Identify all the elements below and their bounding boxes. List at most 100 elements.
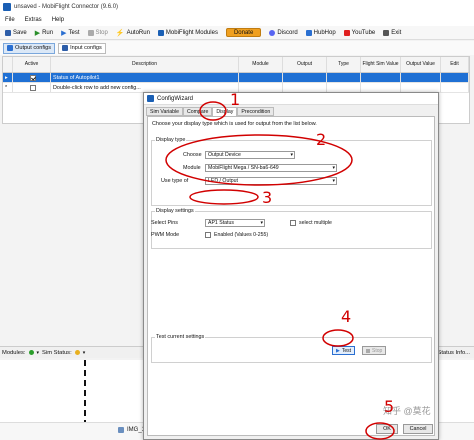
display-type-group: Display type Choose Output Device ▾ Modu…	[151, 137, 432, 206]
check-icon	[28, 350, 34, 355]
tab-compare[interactable]: Compare	[183, 107, 213, 116]
use-type-select[interactable]: LED / Output ▾	[205, 177, 337, 185]
warning-icon	[74, 350, 80, 355]
display-type-label: Display type	[155, 137, 187, 143]
active-checkbox[interactable]	[29, 84, 36, 91]
dropdown-arrow-icon[interactable]: ▾	[37, 350, 40, 356]
header-edit[interactable]: Edit	[441, 57, 469, 72]
choose-label: Choose	[183, 152, 202, 158]
modules-label: MobiFlight Modules	[165, 29, 218, 36]
discord-icon	[269, 29, 276, 36]
header-active[interactable]: Active	[13, 57, 51, 72]
table-row[interactable]: ▸ Status of Autopilot1	[3, 73, 469, 83]
test-button[interactable]: ▶ Test	[332, 346, 356, 355]
active-cell[interactable]	[13, 83, 51, 92]
menu-bar: File Extras Help	[0, 14, 474, 26]
header-output-value[interactable]: Output Value	[401, 57, 441, 72]
select-pins-label: Select Pins	[151, 220, 178, 226]
dialog-title: ConfigWizard	[157, 95, 194, 102]
header-description[interactable]: Description	[51, 57, 239, 72]
save-label: Save	[13, 29, 27, 36]
toolbar: Save ▶ Run ▶ Test Stop ⚡ AutoRun MobiFli…	[0, 26, 474, 40]
chevron-down-icon: ▾	[290, 152, 293, 158]
active-checkbox[interactable]	[29, 74, 36, 81]
window-title: unsaved - MobiFlight Connector (9.6.0)	[14, 4, 119, 10]
pwm-enabled-checkbox[interactable]	[205, 232, 211, 238]
output-cell	[283, 73, 327, 82]
discord-button[interactable]: Discord	[266, 27, 300, 39]
stop-button[interactable]: Stop	[85, 27, 111, 39]
menu-extras[interactable]: Extras	[20, 17, 47, 23]
display-hint-text: Choose your display type which is used f…	[152, 121, 317, 127]
autorun-icon: ⚡	[115, 29, 125, 37]
output-cell	[283, 83, 327, 92]
module-cell	[239, 83, 283, 92]
choose-value: Output Device	[208, 152, 241, 158]
edit-cell[interactable]	[441, 83, 469, 92]
chevron-down-icon: ▾	[332, 178, 335, 184]
stop-button[interactable]: Stop	[362, 346, 387, 355]
modules-status-label: Modules:	[2, 349, 26, 356]
status-info-link[interactable]: Status Info...	[437, 347, 470, 359]
menu-help[interactable]: Help	[47, 17, 69, 23]
module-label: Module	[183, 165, 201, 171]
dialog-title-bar: ConfigWizard	[144, 93, 438, 105]
flight-sim-value-cell	[361, 83, 401, 92]
header-type[interactable]: Type	[327, 57, 361, 72]
grid-header: Active Description Module Output Type Fl…	[3, 57, 469, 73]
description-cell[interactable]: Double-click row to add new config...	[51, 83, 239, 92]
test-button[interactable]: ▶ Test	[58, 27, 82, 39]
select-pins-value: AP1 Status	[208, 220, 234, 226]
module-select[interactable]: MobiFlight Mega / SN-ba6-649 ▾	[205, 164, 337, 172]
app-icon	[147, 95, 154, 102]
test-label: Test	[68, 29, 80, 36]
modules-button[interactable]: MobiFlight Modules	[155, 27, 221, 39]
dropdown-arrow-icon[interactable]: ▾	[83, 350, 86, 356]
output-value-cell	[401, 73, 441, 82]
run-label: Run	[42, 29, 54, 36]
edit-cell[interactable]	[441, 73, 469, 82]
select-pins-select[interactable]: AP1 Status ▾	[205, 219, 265, 227]
mobiflight-icon	[157, 29, 164, 36]
stop-icon	[366, 348, 370, 353]
select-multiple-checkbox[interactable]	[290, 220, 296, 226]
ok-button[interactable]: OK	[376, 424, 398, 434]
cancel-button[interactable]: Cancel	[403, 424, 433, 434]
exit-button[interactable]: Exit	[380, 27, 404, 39]
menu-file[interactable]: File	[0, 17, 20, 23]
description-cell[interactable]: Status of Autopilot1	[51, 73, 239, 82]
stop-icon	[87, 29, 94, 36]
choose-select[interactable]: Output Device ▾	[205, 151, 295, 159]
flight-sim-value-cell	[361, 73, 401, 82]
header-module[interactable]: Module	[239, 57, 283, 72]
header-output[interactable]: Output	[283, 57, 327, 72]
play-icon: ▶	[34, 29, 41, 37]
tab-output-label: Output configs	[15, 45, 52, 51]
header-flight-sim-value[interactable]: Flight Sim Value	[361, 57, 401, 72]
select-multiple-label: select multiple	[299, 220, 332, 226]
exit-label: Exit	[391, 29, 402, 36]
title-bar: unsaved - MobiFlight Connector (9.6.0)	[0, 0, 474, 14]
youtube-icon	[343, 29, 350, 36]
save-button[interactable]: Save	[2, 27, 30, 39]
row-selector-header	[3, 57, 13, 72]
active-cell[interactable]	[13, 73, 51, 82]
tab-sim-variable[interactable]: Sim Variable	[146, 107, 184, 116]
autorun-button[interactable]: ⚡ AutoRun	[113, 27, 153, 39]
tab-input-configs[interactable]: Input configs	[58, 42, 106, 54]
view-tabs: Output configs Input configs	[0, 41, 474, 55]
tab-output-configs[interactable]: Output configs	[3, 42, 56, 54]
image-file-icon	[118, 427, 124, 433]
tab-precondition[interactable]: Precondition	[237, 107, 275, 116]
run-button[interactable]: ▶ Run	[32, 27, 56, 39]
hubhop-button[interactable]: HubHop	[303, 27, 339, 39]
annotation-number-2: 2	[316, 130, 327, 149]
youtube-button[interactable]: YouTube	[341, 27, 379, 39]
test-icon: ▶	[61, 29, 67, 37]
use-type-label: Use type of	[161, 178, 189, 184]
donate-button[interactable]: Donate	[223, 27, 264, 39]
hubhop-icon	[305, 29, 312, 36]
stop-label: Stop	[95, 29, 108, 36]
display-settings-label: Display settings	[155, 208, 195, 214]
test-settings-label: Test current settings	[155, 334, 206, 340]
